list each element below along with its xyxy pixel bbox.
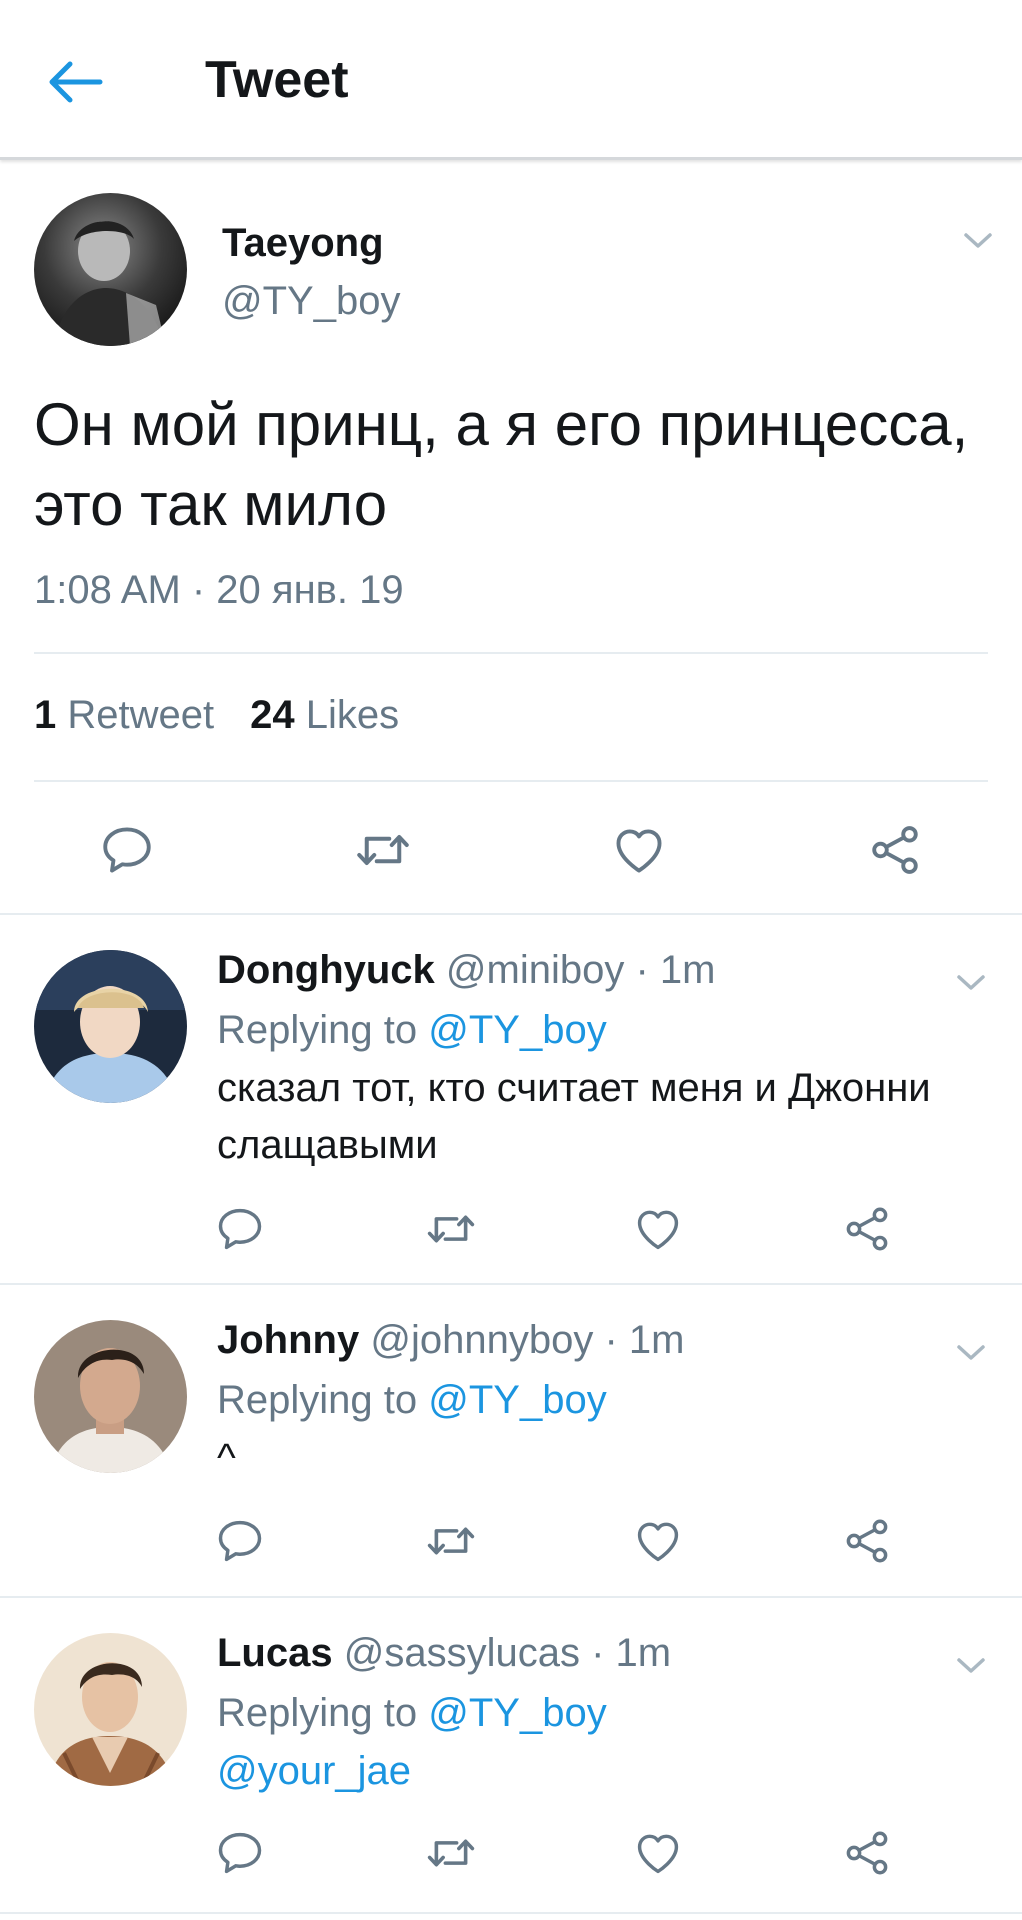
retweets-label: Retweet [67,693,215,737]
tweet-timestamp: 1:08 AM · 20 янв. 19 [34,568,404,612]
retweet-icon [424,1826,478,1880]
heart-icon [632,1203,684,1255]
like-button[interactable] [630,1825,686,1881]
reply-tweet[interactable]: Donghyuck @miniboy · 1m Replying to @TY_… [0,915,1022,1285]
heart-icon [610,821,668,879]
reply-text: сказал тот, кто считает меня и Джонни сл… [217,1066,931,1167]
divider [34,780,988,782]
replying-to: Replying to @TY_boy [217,1691,607,1736]
likes-count: 24 [250,693,295,737]
speech-bubble-icon [214,1827,266,1879]
share-icon [841,1515,893,1567]
replying-to: Replying to @TY_boy [217,1008,607,1053]
retweet-button[interactable] [423,1825,479,1881]
reply-meta: @johnnyboy · 1m [370,1318,685,1362]
divider [34,652,988,654]
reply-meta: @sassylucas · 1m [343,1631,672,1675]
reply-author-name[interactable]: Johnny [217,1318,359,1362]
reply-button[interactable] [97,820,157,880]
tweet-stats: 1 Retweet 24 Likes [34,693,399,738]
reply-button[interactable] [212,1825,268,1881]
retweet-icon [424,1202,478,1256]
chevron-down-icon[interactable] [953,1340,989,1364]
retweets-stat[interactable]: 1 Retweet [34,693,214,737]
speech-bubble-icon [98,821,156,879]
speech-bubble-icon [214,1203,266,1255]
avatar[interactable] [34,193,187,346]
avatar[interactable] [34,1320,187,1473]
replying-mention[interactable]: @TY_boy [428,1378,606,1422]
share-icon [841,1827,893,1879]
replying-mention[interactable]: @TY_boy [428,1691,606,1735]
avatar[interactable] [34,950,187,1103]
share-icon [841,1203,893,1255]
share-button[interactable] [865,820,925,880]
heart-icon [632,1827,684,1879]
retweet-button[interactable] [423,1201,479,1257]
avatar[interactable] [34,1633,187,1786]
back-button[interactable] [44,52,116,112]
replying-to: Replying to @TY_boy [217,1378,607,1423]
like-button[interactable] [609,820,669,880]
reply-tweet[interactable]: Johnny @johnnyboy · 1m Replying to @TY_b… [0,1285,1022,1598]
likes-label: Likes [305,693,400,737]
retweets-count: 1 [34,693,57,737]
top-bar: Tweet [0,0,1022,160]
like-button[interactable] [630,1513,686,1569]
reply-header: Johnny @johnnyboy · 1m [217,1318,684,1363]
reply-text[interactable]: @your_jae [217,1743,977,1800]
reply-button[interactable] [212,1201,268,1257]
replying-mention[interactable]: @TY_boy [428,1008,606,1052]
tweet-text: Он мой принц, а я его принцесса, это так… [34,391,969,538]
reply-button[interactable] [212,1513,268,1569]
chevron-down-icon[interactable] [953,1653,989,1677]
retweet-icon [424,1514,478,1568]
likes-stat[interactable]: 24 Likes [250,693,399,737]
retweet-button[interactable] [423,1513,479,1569]
retweet-icon [353,820,413,880]
author-handle[interactable]: @TY_boy [222,279,400,324]
arrow-left-icon [49,61,103,103]
reply-author-name[interactable]: Lucas [217,1631,333,1675]
replying-prefix: Replying to [217,1691,418,1735]
reply-author-name[interactable]: Donghyuck [217,948,435,992]
page-title: Tweet [205,51,349,109]
retweet-button[interactable] [353,820,413,880]
share-button[interactable] [839,1201,895,1257]
heart-icon [632,1515,684,1567]
share-button[interactable] [839,1513,895,1569]
speech-bubble-icon [214,1515,266,1567]
reply-text: ^ [217,1436,236,1480]
replying-prefix: Replying to [217,1008,418,1052]
replying-prefix: Replying to [217,1378,418,1422]
reply-tweet[interactable]: Lucas @sassylucas · 1m Replying to @TY_b… [0,1598,1022,1914]
share-icon [866,821,924,879]
author-name[interactable]: Taeyong [222,221,384,266]
chevron-down-icon[interactable] [960,228,996,252]
reply-meta: @miniboy · 1m [445,948,716,992]
chevron-down-icon[interactable] [953,970,989,994]
main-tweet: Taeyong @TY_boy Он мой принц, а я его пр… [0,163,1022,915]
like-button[interactable] [630,1201,686,1257]
share-button[interactable] [839,1825,895,1881]
reply-header: Lucas @sassylucas · 1m [217,1631,671,1676]
reply-header: Donghyuck @miniboy · 1m [217,948,715,993]
